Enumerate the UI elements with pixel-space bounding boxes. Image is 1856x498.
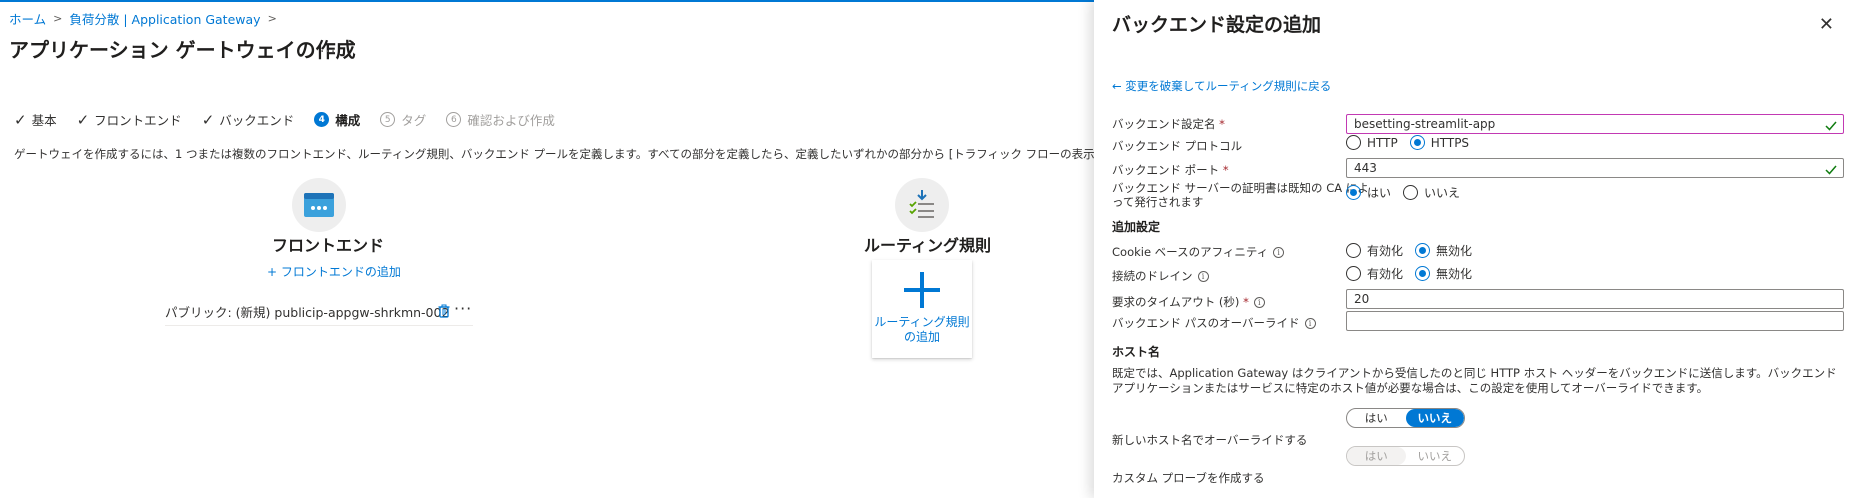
override-host-name-toggle[interactable]: はい いいえ	[1346, 408, 1465, 428]
toggle-option-yes[interactable]: はい	[1347, 409, 1406, 427]
trash-icon[interactable]	[438, 304, 450, 321]
host-name-heading: ホスト名	[1112, 345, 1161, 359]
info-icon: i	[1253, 297, 1265, 308]
frontend-icon	[292, 178, 346, 232]
cookie-affinity-label: Cookie ベースのアフィニティ i	[1112, 244, 1285, 260]
close-icon[interactable]: ✕	[1819, 14, 1834, 35]
wizard-steps: ✓ 基本 ✓ フロントエンド ✓ バックエンド 4 構成 5 タグ 6 確認およ…	[14, 110, 575, 129]
more-options-icon[interactable]: ...	[320, 40, 336, 56]
checkmark-icon: ✓	[76, 110, 90, 129]
trusted-ca-radio-group: はい いいえ	[1346, 184, 1472, 201]
affinity-disable-radio[interactable]: 無効化	[1415, 242, 1472, 259]
toggle-option-no[interactable]: いいえ	[1405, 409, 1464, 427]
breadcrumb-load-balancing[interactable]: 負荷分散 | Application Gateway	[69, 9, 260, 28]
add-frontend-link[interactable]: + フロントエンドの追加	[267, 263, 401, 280]
checkmark-icon: ✓	[201, 110, 215, 129]
add-routing-rule-label: ルーティング規則 の追加	[874, 315, 970, 344]
plus-icon	[902, 270, 942, 313]
info-icon: i	[1197, 271, 1209, 282]
checkmark-icon: ✓	[14, 110, 27, 129]
custom-probe-toggle[interactable]: はい いいえ	[1346, 446, 1465, 466]
tab-review-create[interactable]: 6 確認および作成	[446, 110, 555, 129]
breadcrumb: ホーム > 負荷分散 | Application Gateway >	[9, 9, 284, 28]
breadcrumb-home[interactable]: ホーム	[9, 9, 46, 28]
custom-probe-label: カスタム プローブを作成する	[1112, 471, 1265, 485]
toggle-option-no[interactable]: いいえ	[1406, 447, 1465, 465]
step-number-badge: 4	[314, 112, 330, 127]
page-title: アプリケーション ゲートウェイの作成	[9, 38, 356, 62]
draining-disable-radio[interactable]: 無効化	[1415, 265, 1472, 282]
path-override-label: バックエンド パスのオーバーライド i	[1112, 315, 1316, 331]
backend-port-label: バックエンド ポート *	[1112, 163, 1229, 177]
trusted-ca-certificate-label: バックエンド サーバーの証明書は既知の CA によ って発行されます	[1112, 181, 1369, 209]
backend-protocol-label: バックエンド プロトコル	[1112, 139, 1243, 153]
backend-settings-name-label: バックエンド設定名 *	[1112, 117, 1225, 131]
step-label: タグ	[401, 113, 427, 128]
step-label: 確認および作成	[467, 113, 555, 128]
override-host-name-label: 新しいホスト名でオーバーライドする	[1112, 433, 1308, 447]
step-number-badge: 6	[446, 112, 462, 127]
path-override-input[interactable]	[1346, 311, 1844, 331]
draining-enable-radio[interactable]: 有効化	[1346, 265, 1403, 282]
connection-draining-radio-group: 有効化 無効化	[1346, 265, 1484, 282]
info-icon: i	[1304, 318, 1316, 329]
host-name-hint: 既定では、Application Gateway はクライアントから受信したのと…	[1112, 366, 1837, 395]
step-label: 構成	[335, 113, 361, 128]
add-backend-settings-panel: バックエンド設定の追加 ✕ ← 変更を破棄してルーティング規則に戻る バックエン…	[1094, 0, 1856, 498]
add-routing-rule-button[interactable]: ルーティング規則 の追加	[872, 260, 972, 358]
tab-tags[interactable]: 5 タグ	[380, 110, 426, 129]
backend-settings-name-input[interactable]: besetting-streamlit-app	[1346, 114, 1844, 134]
discard-and-return-link[interactable]: ← 変更を破棄してルーティング規則に戻る	[1112, 78, 1331, 94]
step-label: 基本	[31, 113, 57, 128]
info-icon: i	[1273, 247, 1285, 258]
step-label: バックエンド	[219, 113, 295, 128]
valid-check-icon	[1825, 118, 1837, 136]
step-number-badge: 5	[380, 112, 396, 127]
panel-title: バックエンド設定の追加	[1112, 14, 1322, 36]
frontends-title: フロントエンド	[272, 236, 385, 255]
connection-draining-label: 接続のドレイン i	[1112, 268, 1209, 284]
routing-rules-title: ルーティング規則	[864, 236, 992, 255]
valid-check-icon	[1825, 162, 1837, 180]
tab-backends[interactable]: ✓ バックエンド	[202, 110, 295, 129]
trusted-ca-no-radio[interactable]: いいえ	[1403, 184, 1460, 201]
step-label: フロントエンド	[94, 113, 182, 128]
tab-configuration[interactable]: 4 構成	[314, 110, 360, 129]
tab-basics[interactable]: ✓ 基本	[14, 110, 57, 129]
tab-frontends[interactable]: ✓ フロントエンド	[77, 110, 182, 129]
toggle-option-yes[interactable]: はい	[1347, 447, 1406, 465]
protocol-https-radio[interactable]: HTTPS	[1409, 135, 1469, 150]
frontend-item-label: パブリック: (新規) publicip-appgw-shrkmn-002	[165, 305, 450, 320]
chevron-right-icon: >	[267, 12, 277, 25]
backend-protocol-radio-group: HTTP HTTPS	[1346, 135, 1481, 150]
cookie-affinity-radio-group: 有効化 無効化	[1346, 242, 1484, 259]
trusted-ca-yes-radio[interactable]: はい	[1346, 184, 1391, 201]
configuration-description: ゲートウェイを作成するには、1 つまたは複数のフロントエンド、ルーティング規則、…	[14, 147, 1094, 161]
request-timeout-input[interactable]: 20	[1346, 289, 1844, 309]
frontend-list-item[interactable]: パブリック: (新規) publicip-appgw-shrkmn-002 ··…	[165, 298, 473, 326]
chevron-right-icon: >	[53, 12, 63, 25]
backend-port-input[interactable]: 443	[1346, 158, 1844, 178]
routing-rules-icon	[895, 178, 949, 232]
affinity-enable-radio[interactable]: 有効化	[1346, 242, 1403, 259]
request-timeout-label: 要求のタイムアウト (秒) * i	[1112, 294, 1265, 310]
additional-settings-heading: 追加設定	[1112, 220, 1161, 234]
protocol-http-radio[interactable]: HTTP	[1346, 135, 1398, 150]
more-options-icon[interactable]: ···	[454, 299, 472, 318]
